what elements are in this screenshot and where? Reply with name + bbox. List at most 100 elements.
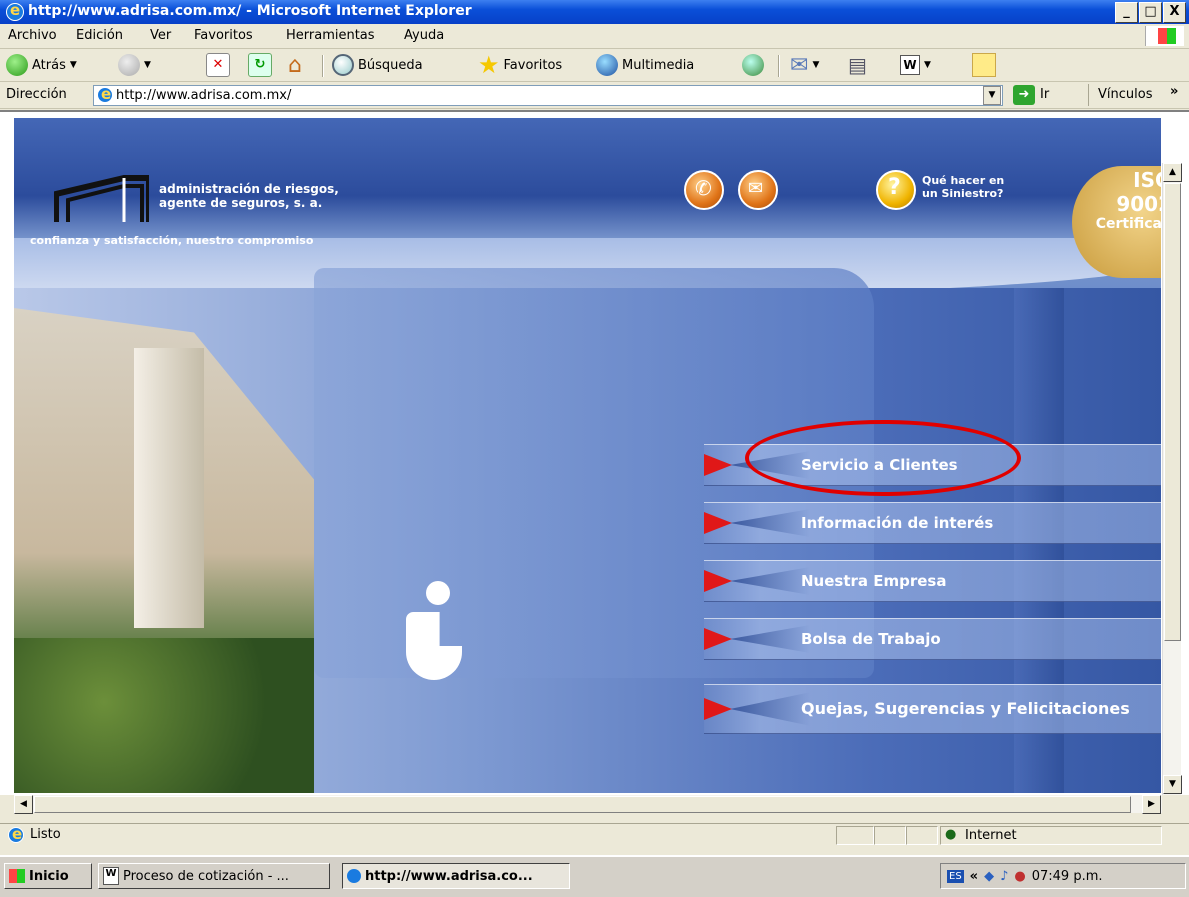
back-button[interactable]: Atrás ▼ — [6, 53, 77, 77]
company-name-line1: administración de riesgos, — [159, 182, 339, 196]
hscroll-thumb[interactable] — [34, 796, 1131, 813]
maximize-button[interactable]: □ — [1139, 2, 1162, 23]
iso-line2: 9002 — [1116, 192, 1161, 216]
status-text: Listo — [30, 827, 61, 842]
task1-label: Proceso de cotización - ... — [123, 868, 289, 884]
task-internet-explorer[interactable]: http://www.adrisa.co... — [342, 863, 570, 889]
tray-expand-icon[interactable]: « — [970, 869, 978, 884]
window-title: http://www.adrisa.com.mx/ - Microsoft In… — [28, 3, 472, 19]
nav-nuestra-empresa[interactable]: Nuestra Empresa — [704, 560, 1161, 602]
menu-item-herramientas[interactable]: Herramientas — [286, 28, 375, 43]
taskbar: Inicio W Proceso de cotización - ... htt… — [0, 855, 1189, 897]
mail-button[interactable]: ✉ ▼ — [790, 52, 820, 78]
menu-item-ver[interactable]: Ver — [150, 28, 171, 43]
links-label[interactable]: Vínculos — [1098, 87, 1152, 102]
address-label: Dirección — [6, 87, 67, 102]
scroll-thumb[interactable] — [1164, 183, 1181, 641]
windows-flag-icon — [1158, 28, 1176, 44]
home-button[interactable]: ⌂ — [288, 52, 302, 78]
go-arrow-icon[interactable]: ➜ — [1013, 85, 1035, 105]
language-indicator[interactable]: ES — [947, 869, 964, 883]
nav-label: Quejas, Sugerencias y Felicitaciones — [801, 699, 1130, 718]
window-title-bar[interactable]: http://www.adrisa.com.mx/ - Microsoft In… — [0, 0, 1189, 24]
status-cell — [836, 826, 874, 845]
red-arrow-icon — [704, 570, 732, 592]
media-label: Multimedia — [622, 57, 695, 73]
forward-arrow-icon — [118, 54, 140, 76]
internet-globe-icon: ● — [945, 827, 957, 842]
menu-bar: Archivo Edición Ver Favoritos Herramient… — [0, 24, 1189, 49]
scroll-left-icon[interactable]: ◀ — [14, 795, 33, 814]
antivirus-icon[interactable]: ● — [1014, 869, 1025, 884]
links-chevron-icon[interactable]: » — [1170, 84, 1178, 99]
windows-flag-icon — [9, 869, 25, 883]
highlight-ellipse — [745, 420, 1021, 496]
task-word-document[interactable]: W Proceso de cotización - ... — [98, 863, 330, 889]
toolbar-separator — [778, 55, 780, 77]
network-icon[interactable]: ◆ — [984, 869, 994, 884]
mail-dropdown-icon: ▼ — [812, 60, 820, 70]
close-button[interactable]: X — [1163, 2, 1186, 23]
address-input[interactable]: http://www.adrisa.com.mx/ ▼ — [93, 85, 1003, 106]
refresh-button[interactable]: ↻ — [248, 53, 272, 77]
notes-button[interactable] — [972, 53, 996, 77]
speaker-icon[interactable]: ♪ — [1000, 869, 1008, 884]
stop-button[interactable]: ✕ — [206, 53, 230, 77]
scroll-down-icon[interactable]: ▼ — [1163, 775, 1182, 794]
status-cell — [906, 826, 938, 845]
nav-quejas-sugerencias[interactable]: Quejas, Sugerencias y Felicitaciones — [704, 684, 1161, 734]
mail-icon: ✉ — [790, 52, 809, 78]
nav-label: Nuestra Empresa — [801, 572, 947, 590]
red-arrow-icon — [704, 628, 732, 650]
minimize-button[interactable]: _ — [1115, 2, 1138, 23]
back-dropdown-icon: ▼ — [69, 60, 77, 70]
search-button[interactable]: Búsqueda — [332, 53, 423, 77]
horizontal-scrollbar[interactable]: ◀ ▶ — [14, 795, 1162, 814]
menu-item-archivo[interactable]: Archivo — [8, 28, 57, 43]
info-dot-icon — [426, 581, 450, 605]
company-logo-icon — [54, 175, 149, 222]
home-icon: ⌂ — [288, 52, 302, 78]
menu-item-ayuda[interactable]: Ayuda — [404, 28, 444, 43]
address-bar: Dirección http://www.adrisa.com.mx/ ▼ ➜ … — [0, 82, 1189, 109]
nav-bolsa-trabajo[interactable]: Bolsa de Trabajo — [704, 618, 1161, 660]
siniestro-link[interactable]: Qué hacer en un Siniestro? — [922, 174, 1004, 200]
word-button[interactable]: W ▼ — [900, 53, 931, 77]
nav-label: Información de interés — [801, 514, 994, 532]
vertical-scrollbar[interactable]: ▲ ▼ — [1162, 163, 1182, 795]
menu-item-favoritos[interactable]: Favoritos — [194, 28, 253, 43]
go-button[interactable]: Ir — [1040, 87, 1049, 102]
building-tower — [134, 348, 204, 628]
zone-cell: ● Internet — [940, 826, 1162, 845]
print-button[interactable]: ▤ — [848, 53, 867, 77]
zone-label: Internet — [965, 828, 1017, 843]
scroll-up-icon[interactable]: ▲ — [1163, 163, 1182, 182]
word-dropdown-icon: ▼ — [924, 60, 931, 70]
windows-logo — [1145, 26, 1184, 46]
forward-button[interactable]: ▼ — [118, 53, 151, 77]
red-arrow-icon — [704, 698, 732, 720]
nav-informacion-interes[interactable]: Información de interés — [704, 502, 1161, 544]
menu-item-edicion[interactable]: Edición — [76, 28, 123, 43]
start-button[interactable]: Inicio — [4, 863, 92, 889]
company-name-line2: agente de seguros, s. a. — [159, 196, 323, 210]
media-button[interactable]: Multimedia — [596, 53, 694, 77]
ie-task-icon — [347, 869, 361, 883]
garden-trees — [14, 638, 314, 793]
siniestro-line1: Qué hacer en — [922, 174, 1005, 187]
address-dropdown-icon[interactable]: ▼ — [983, 86, 1001, 105]
back-label: Atrás — [32, 57, 66, 73]
favorites-label: Favoritos — [503, 57, 563, 73]
email-icon[interactable]: ✉ — [738, 170, 778, 210]
help-question-icon[interactable]: ? — [876, 170, 916, 210]
page-status-icon — [8, 825, 24, 843]
history-button[interactable] — [742, 53, 764, 77]
phone-icon[interactable]: ✆ — [684, 170, 724, 210]
iso-line1: ISO — [1133, 168, 1161, 192]
system-tray: ES « ◆ ♪ ● 07:49 p.m. — [940, 863, 1186, 889]
clock[interactable]: 07:49 p.m. — [1032, 869, 1103, 884]
start-label: Inicio — [29, 868, 69, 884]
scroll-right-icon[interactable]: ▶ — [1142, 795, 1161, 814]
company-name: administración de riesgos, agente de seg… — [159, 182, 339, 210]
favorites-button[interactable]: ★ Favoritos — [478, 51, 563, 79]
